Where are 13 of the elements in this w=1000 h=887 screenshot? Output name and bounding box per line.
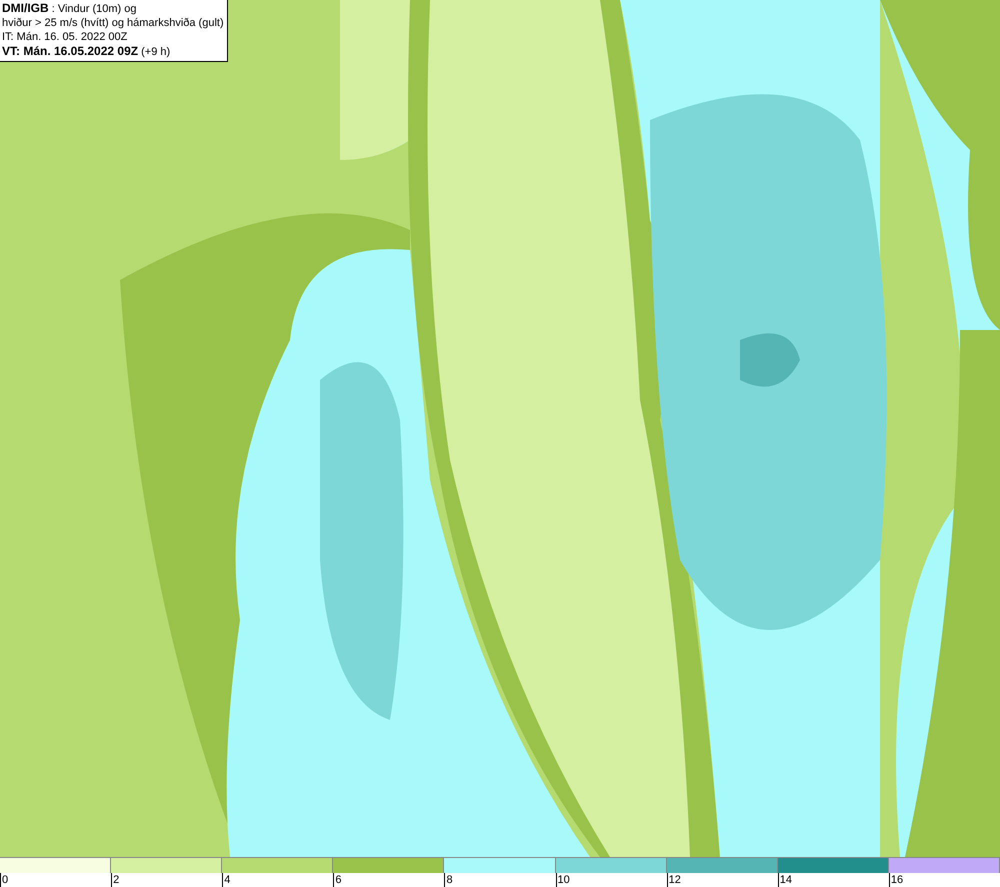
legend-tick-label: 12 <box>666 873 778 887</box>
legend-tick-label: 2 <box>111 873 222 887</box>
caption-line: DMI/IGB : Vindur (10m) og <box>2 1 138 16</box>
caption-line: hviður > 25 m/s (hvítt) og hámarkshviða (gult) <box>2 16 224 30</box>
legend-tick-label: 16 <box>888 873 1000 887</box>
legend-tick-label: 6 <box>333 873 444 887</box>
legend-tick-label: 8 <box>444 873 556 887</box>
caption-line: IT: Mán. 16. 05. 2022 00Z <box>2 30 128 44</box>
legend-tick-label: 4 <box>222 873 334 887</box>
legend-tick-label: 14 <box>778 873 889 887</box>
legend-tick-label: 10 <box>556 873 667 887</box>
caption-line: VT: Mán. 16.05.2022 09Z (+9 h) <box>2 44 172 59</box>
legend-tick-label: 0 <box>0 873 112 887</box>
